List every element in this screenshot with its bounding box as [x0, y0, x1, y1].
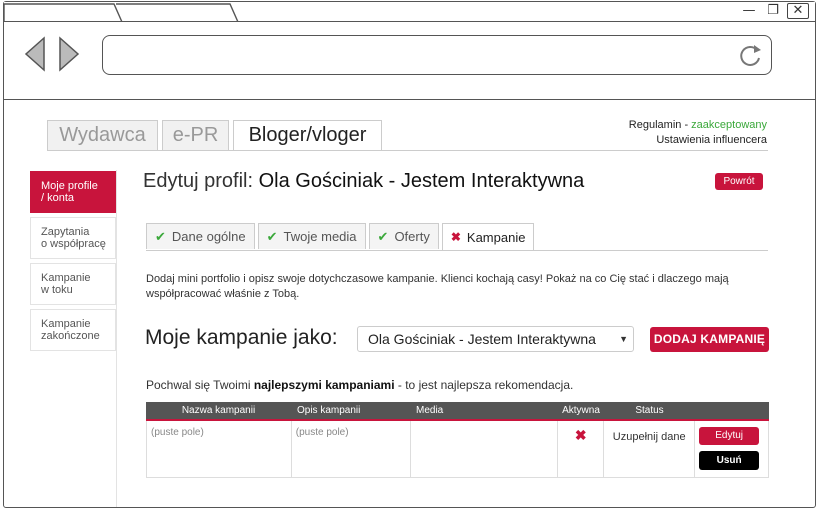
sidebar-item-label: Kampanie [41, 272, 91, 284]
tab-label: Oferty [394, 229, 430, 244]
campaigns-description: Dodaj mini portfolio i opisz swoje dotyc… [146, 273, 729, 300]
praise-before: Pochwal się Twoimi [146, 378, 254, 392]
sidebar-item-label: o współpracę [41, 238, 106, 250]
check-icon: ✔ [266, 229, 278, 244]
profile-select[interactable]: Ola Gościniak - Jestem Interaktywna ▼ [357, 326, 634, 352]
sidebar-item-label: Kampanie [41, 318, 91, 330]
column-header-actions [695, 402, 769, 419]
sidebar-item-label: Zapytania [41, 226, 90, 238]
sidebar-item-moje-profile[interactable]: Moje profile / konta [30, 171, 116, 213]
cell-media[interactable] [411, 421, 559, 477]
regulamin-link[interactable]: Regulamin [629, 119, 682, 131]
delete-button[interactable]: Usuń [699, 451, 760, 470]
sidebar-item-label: / konta [41, 192, 75, 204]
profile-subtabs: ✔ Dane ogólne ✔ Twoje media ✔ Oferty ✖ K… [146, 223, 535, 251]
tab-bloger-vloger[interactable]: Bloger/vloger [233, 120, 382, 151]
profile-select-value: Ola Gościniak - Jestem Interaktywna [368, 331, 596, 347]
sidebar-divider [116, 170, 117, 507]
add-campaign-button[interactable]: DODAJ KAMPANIĘ [650, 327, 769, 352]
column-header-status: Status [635, 405, 664, 416]
cell-status: Uzupełnij dane [604, 421, 696, 477]
chevron-down-icon: ▼ [619, 334, 628, 344]
minimize-icon[interactable]: — [739, 3, 759, 19]
sidebar-item-kampanie-zakonczone[interactable]: Kampanie zakończone [30, 309, 116, 351]
restore-icon[interactable]: ❐ [763, 3, 783, 19]
edit-button[interactable]: Edytuj [699, 427, 760, 445]
tab-e-pr[interactable]: e-PR [162, 120, 229, 150]
campaigns-label: Moje kampanie jako: [145, 326, 338, 349]
browser-window: — ❐ ✕ Wydawca e-PR Bloger/vloger Regulam… [3, 1, 816, 508]
forward-arrow-icon[interactable] [58, 36, 82, 72]
cell-name[interactable]: (puste pole) [147, 421, 292, 477]
check-icon: ✔ [155, 229, 166, 244]
table-row: (puste pole) (puste pole) ✖ Uzupełnij da… [146, 421, 770, 478]
reload-icon[interactable] [737, 42, 763, 68]
title-prefix: Edytuj profil: [143, 170, 259, 192]
sidebar: Moje profile / konta Zapytania o współpr… [30, 171, 116, 355]
sidebar-item-zapytania[interactable]: Zapytania o współpracę [30, 217, 116, 259]
tabs-divider [47, 150, 768, 151]
column-header-description: Opis kampanii [297, 405, 361, 416]
tab-strip: — ❐ ✕ [4, 2, 815, 22]
check-icon: ✔ [377, 229, 389, 244]
close-icon[interactable]: ✕ [787, 3, 809, 19]
column-header-active: Aktywna [562, 405, 600, 416]
back-arrow-icon[interactable] [22, 36, 46, 72]
back-button[interactable]: Powrót [715, 173, 763, 190]
campaigns-table: Nazwa kampanii Opis kampanii Media Aktyw… [146, 402, 770, 478]
address-bar[interactable] [102, 35, 772, 75]
praise-bold: najlepszymi kampaniami [253, 378, 395, 392]
regulamin-status: zaakceptowany [691, 119, 767, 131]
tab-oferty[interactable]: ✔ Oferty [368, 223, 439, 249]
tab-label: Kampanie [466, 230, 526, 245]
sidebar-item-label: w toku [41, 284, 73, 296]
tab-kampanie[interactable]: ✖ Kampanie [441, 223, 535, 251]
account-links: Regulamin - zaakceptowany Ustawienia inf… [629, 118, 767, 148]
sidebar-item-label: Moje profile [41, 180, 98, 192]
column-header-media: Media [416, 405, 444, 416]
influencer-settings-link[interactable]: Ustawienia influencera [629, 133, 767, 148]
tab-label: Dane ogólne [171, 229, 246, 244]
tab-wydawca[interactable]: Wydawca [47, 120, 158, 150]
table-header: Nazwa kampanii Opis kampanii Media Aktyw… [146, 402, 769, 421]
tab-label: Twoje media [283, 229, 357, 244]
cell-description[interactable]: (puste pole) [292, 421, 411, 477]
window-controls: — ❐ ✕ [739, 3, 809, 19]
cell-actions: Edytuj Usuń [695, 421, 770, 477]
praise-text: Pochwal się Twoimi najlepszymi kampaniam… [146, 378, 573, 392]
sidebar-item-label: zakończone [41, 330, 100, 342]
tab-dane-ogolne[interactable]: ✔ Dane ogólne [146, 223, 255, 249]
x-icon: ✖ [450, 230, 461, 244]
x-icon: ✖ [558, 421, 605, 477]
tab-twoje-media[interactable]: ✔ Twoje media [257, 223, 366, 249]
separator: - [681, 119, 692, 131]
browser-chrome: — ❐ ✕ [4, 2, 815, 100]
column-header-name: Nazwa kampanii [181, 405, 256, 416]
sidebar-item-kampanie-w-toku[interactable]: Kampanie w toku [30, 263, 116, 305]
profile-name: Ola Gościniak - Jestem Interaktywna [258, 170, 585, 192]
page-title: Edytuj profil: Ola Gościniak - Jestem In… [143, 170, 584, 193]
praise-after: - to jest najlepsza rekomendacja. [394, 378, 574, 392]
page-content: Wydawca e-PR Bloger/vloger Regulamin - z… [4, 100, 815, 507]
browser-tabs[interactable] [4, 2, 244, 22]
subtabs-divider [146, 250, 768, 251]
